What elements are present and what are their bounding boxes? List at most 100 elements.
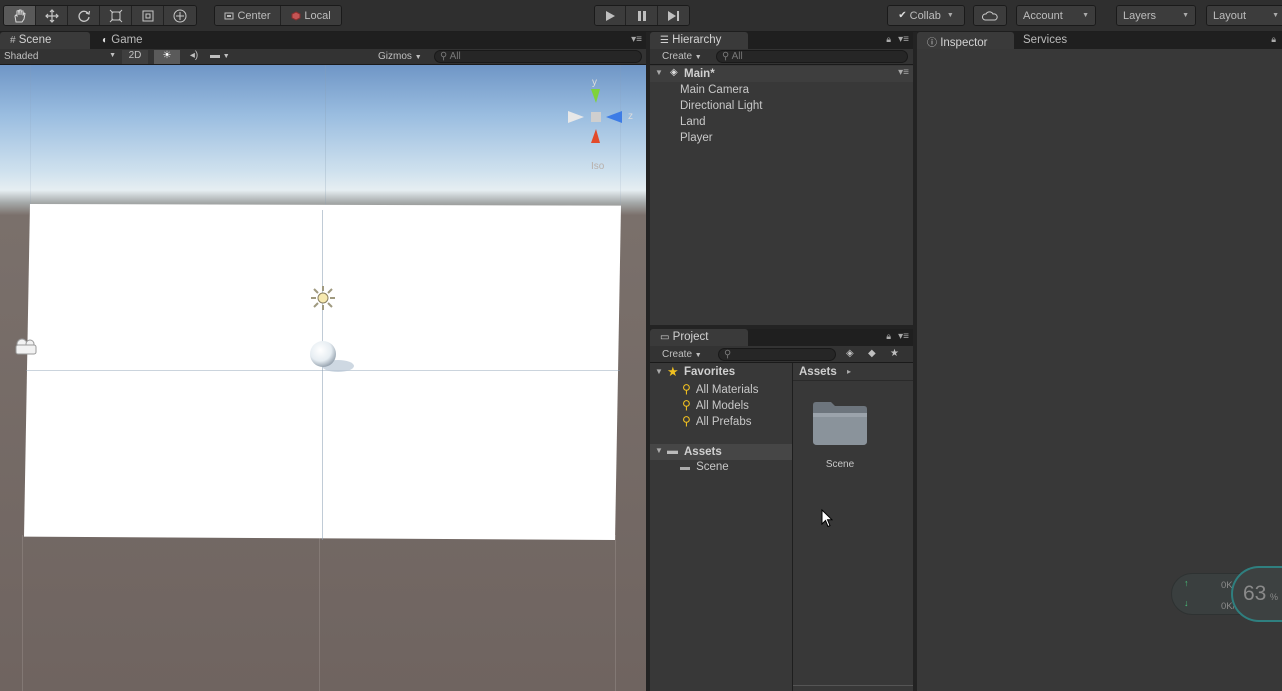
gizmo-neg-x-cone[interactable] xyxy=(568,111,584,123)
move-icon xyxy=(44,8,59,23)
camera-gizmo-icon[interactable] xyxy=(12,336,42,358)
sun-icon: ☀ xyxy=(162,50,172,61)
expand-arrow-icon[interactable]: ▼ xyxy=(655,446,663,455)
tab-inspector[interactable]: ⓘ Inspector xyxy=(917,32,1014,49)
tab-services[interactable]: Services xyxy=(1013,32,1093,49)
tab-game-label: Game xyxy=(111,34,143,46)
project-create-dropdown[interactable]: Create ▼ xyxy=(662,349,712,360)
rect-tool-icon xyxy=(142,10,153,21)
project-asset-grid: Assets ▸ Scene xyxy=(793,363,913,691)
project-search-input[interactable]: ⚲ xyxy=(718,348,836,361)
layout-dropdown[interactable]: Layout ▼ xyxy=(1206,5,1282,26)
cloud-services-button[interactable] xyxy=(974,6,1006,25)
scene-effects-dropdown[interactable]: ▬ ▼ xyxy=(210,50,242,61)
account-button[interactable]: Account ▼ xyxy=(1017,6,1095,25)
scale-icon xyxy=(109,9,122,22)
scene-name: Main* xyxy=(684,68,715,80)
folder-icon xyxy=(813,402,867,445)
hierarchy-item-label: Main Camera xyxy=(680,84,750,96)
gizmo-x-cone[interactable] xyxy=(591,129,600,143)
layout-button[interactable]: Layout ▼ xyxy=(1207,6,1282,25)
shading-mode-dropdown[interactable]: Shaded ▼ xyxy=(4,51,116,62)
favorites-label[interactable]: Favorites xyxy=(684,366,735,378)
filter-by-type-icon[interactable]: ◈ xyxy=(846,348,854,359)
play-controls xyxy=(594,5,690,26)
folder-tab-icon: ▭ xyxy=(660,332,670,343)
pivot-rotation-button[interactable]: Local xyxy=(281,6,341,25)
save-search-star-icon[interactable]: ★ xyxy=(890,348,899,359)
collab-dropdown[interactable]: ✔ Collab ▼ xyxy=(887,5,965,26)
move-tool-button[interactable] xyxy=(36,6,68,25)
hierarchy-item-main-camera[interactable]: Main Camera xyxy=(680,84,749,96)
cloud-button[interactable] xyxy=(973,5,1007,26)
star-icon: ★ xyxy=(667,364,679,379)
tab-scene[interactable]: # Scene xyxy=(0,32,90,49)
expand-arrow-icon[interactable]: ▼ xyxy=(655,367,663,376)
gizmos-dropdown[interactable]: Gizmos ▼ xyxy=(378,51,428,62)
scene-audio-toggle[interactable]: ◂) xyxy=(184,50,204,61)
gizmo-y-cone[interactable] xyxy=(591,89,600,103)
scale-tool-button[interactable] xyxy=(100,6,132,25)
panel-menu-icon[interactable]: ▾≡ xyxy=(631,34,642,45)
layers-dropdown[interactable]: Layers ▼ xyxy=(1116,5,1196,26)
expand-arrow-icon[interactable]: ▼ xyxy=(655,68,663,77)
pause-button[interactable] xyxy=(626,6,658,25)
favorite-item-all-models[interactable]: ⚲ All Models xyxy=(682,398,749,412)
rotate-tool-button[interactable] xyxy=(68,6,100,25)
toggle-2d-button[interactable]: 2D xyxy=(122,50,148,64)
scene-search-input[interactable]: ⚲ All xyxy=(434,50,642,63)
lock-icon[interactable]: 🔒︎ xyxy=(886,34,891,45)
asset-grid-item-scene[interactable]: Scene xyxy=(811,399,871,471)
dropdown-caret-icon: ▼ xyxy=(222,53,230,60)
step-button[interactable] xyxy=(658,6,689,25)
hand-icon xyxy=(13,9,26,22)
scene-menu-icon[interactable]: ▾≡ xyxy=(898,67,909,78)
tab-game[interactable]: ◐ Game xyxy=(92,32,162,49)
layers-button[interactable]: Layers ▼ xyxy=(1117,6,1195,25)
assets-root-row[interactable]: ▼ ▬ Assets xyxy=(650,444,792,460)
hierarchy-search-input[interactable]: ⚲ All xyxy=(716,50,908,63)
lock-icon[interactable]: 🔒︎ xyxy=(886,331,891,342)
scene-root-row[interactable]: ▼ ◈ Main* ▾≡ xyxy=(650,66,913,82)
hierarchy-item-player[interactable]: Player xyxy=(680,132,713,144)
gizmo-center-cube[interactable] xyxy=(591,112,601,122)
hierarchy-item-directional-light[interactable]: Directional Light xyxy=(680,100,762,112)
panel-menu-icon[interactable]: ▾≡ xyxy=(898,34,909,45)
panel-menu-icon[interactable]: ▾≡ xyxy=(898,331,909,342)
tab-hierarchy[interactable]: ☰ Hierarchy xyxy=(650,32,748,49)
breadcrumb-assets[interactable]: Assets xyxy=(799,366,837,378)
projection-label[interactable]: Iso xyxy=(591,161,604,172)
favorite-label: All Prefabs xyxy=(695,416,752,428)
hierarchy-item-label: Player xyxy=(680,132,713,144)
gizmo-z-cone[interactable] xyxy=(606,111,622,123)
hierarchy-item-land[interactable]: Land xyxy=(680,116,706,128)
tab-project[interactable]: ▭ Project xyxy=(650,329,748,346)
collab-button[interactable]: ✔ Collab ▼ xyxy=(888,6,964,25)
rect-tool-button[interactable] xyxy=(132,6,164,25)
orientation-gizmo[interactable]: y z Iso xyxy=(562,77,640,177)
project-grid-slider[interactable] xyxy=(793,685,913,691)
hierarchy-item-label: Land xyxy=(680,116,706,128)
play-button[interactable] xyxy=(595,6,626,25)
hand-tool-button[interactable] xyxy=(4,6,36,25)
lock-icon[interactable]: 🔒︎ xyxy=(1271,34,1276,45)
transform-tool-button[interactable] xyxy=(164,6,196,25)
project-tabbar: ▭ Project 🔒︎ ▾≡ xyxy=(650,329,913,346)
grid-icon: # xyxy=(10,35,16,46)
image-icon: ▬ xyxy=(210,50,220,61)
favorite-item-all-prefabs[interactable]: ⚲ All Prefabs xyxy=(682,414,752,428)
filter-by-label-icon[interactable]: ◆ xyxy=(868,348,876,359)
favorite-item-all-materials[interactable]: ⚲ All Materials xyxy=(682,382,759,396)
search-icon: ⚲ xyxy=(682,398,691,412)
project-folder-tree: ▼ ★ Favorites ⚲ All Materials ⚲ All Mode… xyxy=(650,363,792,691)
directional-light-gizmo[interactable] xyxy=(309,284,337,312)
player-sphere[interactable] xyxy=(306,338,358,378)
account-dropdown[interactable]: Account ▼ xyxy=(1016,5,1096,26)
pivot-mode-button[interactable]: Center xyxy=(215,6,281,25)
cpu-usage-gauge[interactable]: 63 % xyxy=(1231,566,1282,622)
asset-folder-scene[interactable]: ▬ Scene xyxy=(680,461,729,473)
scene-search-placeholder: All xyxy=(449,51,461,62)
scene-lighting-toggle[interactable]: ☀ xyxy=(154,50,180,64)
scene-viewport[interactable]: y z Iso xyxy=(0,65,646,691)
hierarchy-create-dropdown[interactable]: Create ▼ xyxy=(662,51,712,62)
